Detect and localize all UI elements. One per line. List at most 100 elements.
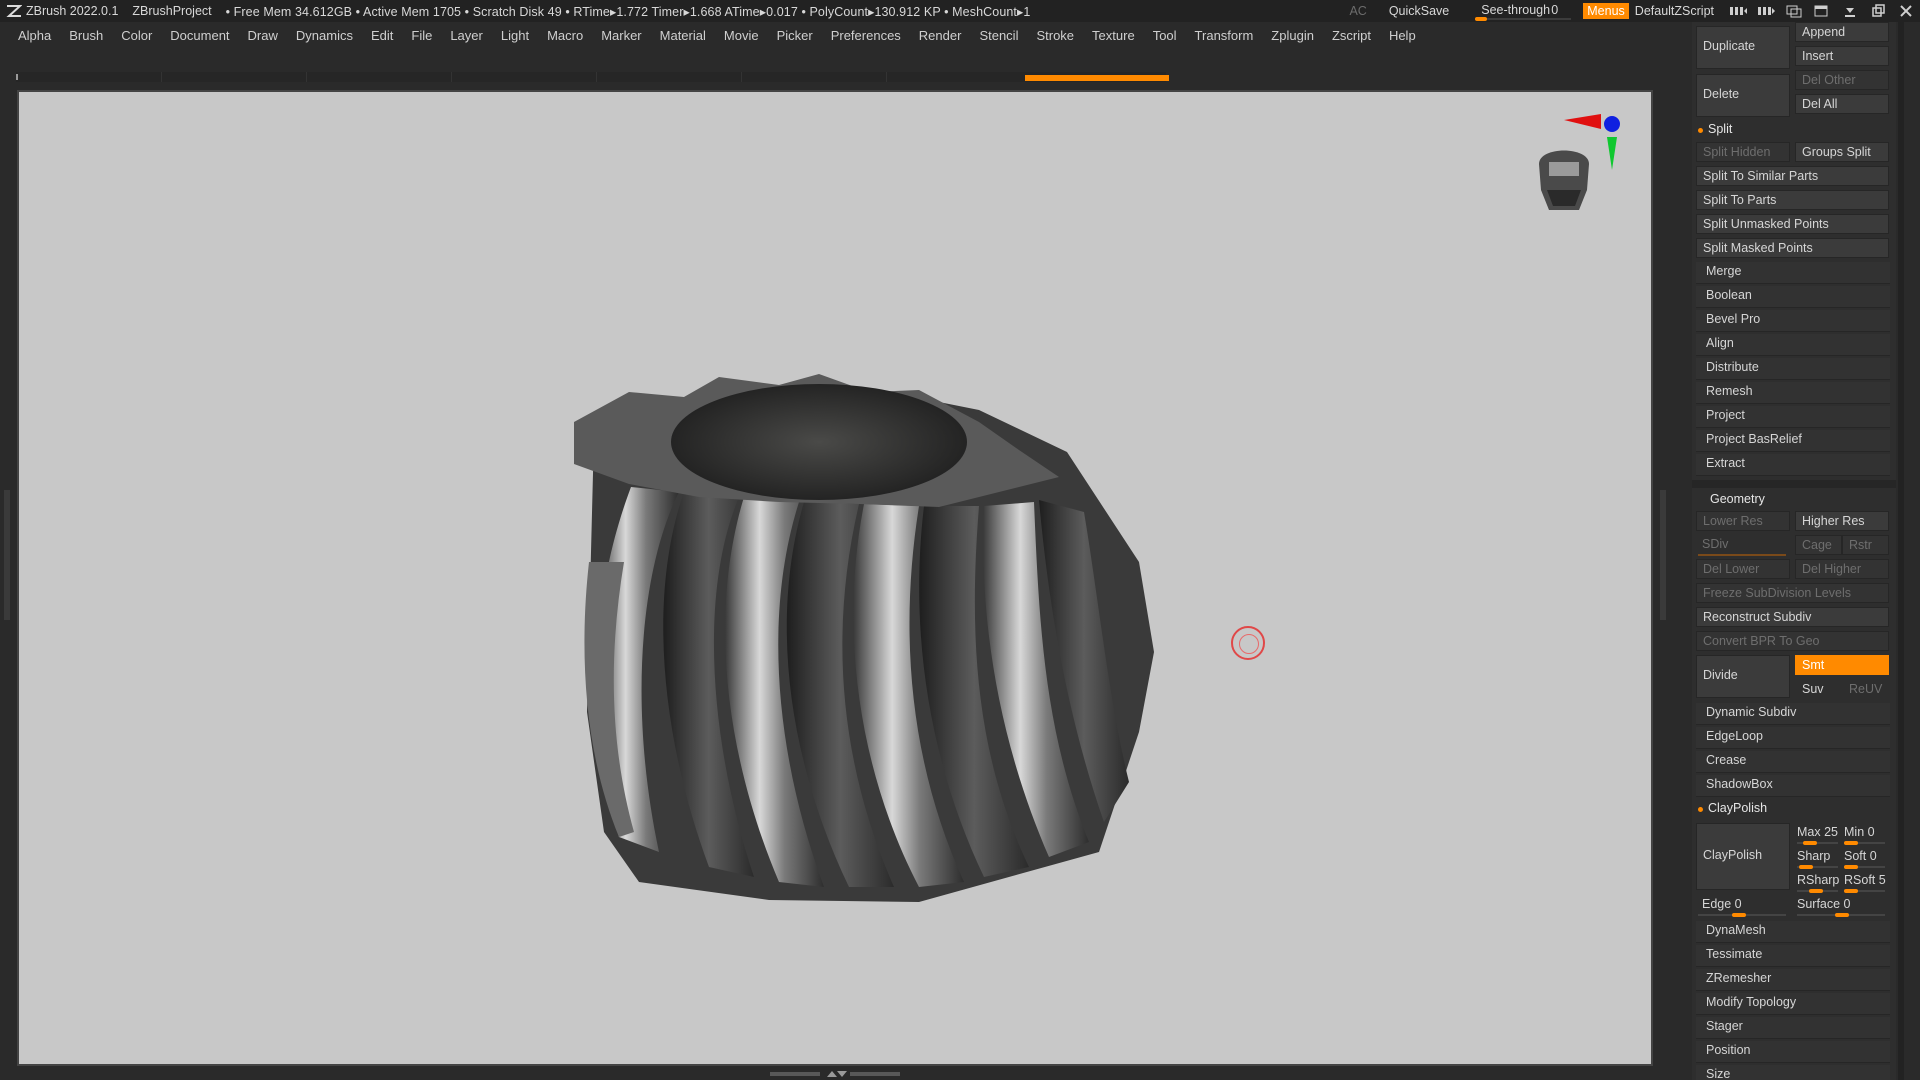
reconstruct-subdiv-button[interactable]: Reconstruct Subdiv bbox=[1696, 607, 1889, 627]
tessimate-item[interactable]: Tessimate bbox=[1696, 945, 1890, 967]
quicksave-button[interactable]: QuickSave bbox=[1389, 4, 1449, 18]
dynamic-subdiv-item[interactable]: Dynamic Subdiv bbox=[1696, 703, 1890, 725]
top-shelf[interactable] bbox=[16, 72, 1166, 82]
project-basrelief-item[interactable]: Project BasRelief bbox=[1696, 430, 1890, 452]
restore-icon[interactable] bbox=[1869, 4, 1887, 18]
window-icon[interactable] bbox=[1813, 4, 1831, 18]
delete-button[interactable]: Delete bbox=[1696, 74, 1790, 117]
reuv-button[interactable]: ReUV bbox=[1842, 679, 1889, 699]
menu-macro[interactable]: Macro bbox=[547, 28, 583, 43]
merge-item[interactable]: Merge bbox=[1696, 262, 1890, 284]
menu-light[interactable]: Light bbox=[501, 28, 529, 43]
claypolish-max-slider[interactable]: Max 25 bbox=[1795, 823, 1842, 845]
menu-stroke[interactable]: Stroke bbox=[1036, 28, 1074, 43]
project-name[interactable]: ZBrushProject bbox=[132, 4, 211, 18]
min-knob[interactable] bbox=[1844, 841, 1858, 845]
menu-dynamics[interactable]: Dynamics bbox=[296, 28, 353, 43]
remesh-item[interactable]: Remesh bbox=[1696, 382, 1890, 404]
viewport-3d[interactable] bbox=[19, 92, 1651, 1064]
claypolish-rsoft-slider[interactable]: RSoft 5 bbox=[1842, 871, 1889, 893]
ac-label[interactable]: AC bbox=[1349, 4, 1366, 18]
distribute-item[interactable]: Distribute bbox=[1696, 358, 1890, 380]
freeze-subdivision-button[interactable]: Freeze SubDivision Levels bbox=[1696, 583, 1889, 603]
stager-item[interactable]: Stager bbox=[1696, 1017, 1890, 1039]
menu-help[interactable]: Help bbox=[1389, 28, 1416, 43]
split-unmasked-points-button[interactable]: Split Unmasked Points bbox=[1696, 214, 1889, 234]
claypolish-rsharp-slider[interactable]: RSharp bbox=[1795, 871, 1842, 893]
position-item[interactable]: Position bbox=[1696, 1041, 1890, 1063]
layout-icon[interactable] bbox=[1785, 4, 1803, 18]
rsharp-knob[interactable] bbox=[1809, 889, 1823, 893]
zremesher-item[interactable]: ZRemesher bbox=[1696, 969, 1890, 991]
menu-transform[interactable]: Transform bbox=[1195, 28, 1254, 43]
higher-res-button[interactable]: Higher Res bbox=[1795, 511, 1889, 531]
menu-file[interactable]: File bbox=[411, 28, 432, 43]
menu-tool[interactable]: Tool bbox=[1153, 28, 1177, 43]
head-gizmo-icon[interactable] bbox=[1539, 150, 1589, 211]
menu-layer[interactable]: Layer bbox=[450, 28, 483, 43]
menu-texture[interactable]: Texture bbox=[1092, 28, 1135, 43]
project-item[interactable]: Project bbox=[1696, 406, 1890, 428]
menu-alpha[interactable]: Alpha bbox=[18, 28, 51, 43]
del-all-button[interactable]: Del All bbox=[1795, 94, 1889, 114]
menu-render[interactable]: Render bbox=[919, 28, 962, 43]
shelf-right-icon[interactable] bbox=[1757, 4, 1775, 18]
boolean-item[interactable]: Boolean bbox=[1696, 286, 1890, 308]
split-hidden-button[interactable]: Split Hidden bbox=[1696, 142, 1790, 162]
split-masked-points-button[interactable]: Split Masked Points bbox=[1696, 238, 1889, 258]
left-dock-handle[interactable] bbox=[4, 490, 10, 620]
smt-toggle[interactable]: Smt bbox=[1795, 655, 1889, 675]
menu-document[interactable]: Document bbox=[170, 28, 229, 43]
max-knob[interactable] bbox=[1803, 841, 1817, 845]
panel-scrollbar[interactable] bbox=[1898, 22, 1904, 1080]
suv-toggle[interactable]: Suv bbox=[1795, 679, 1842, 699]
claypolish-soft-slider[interactable]: Soft 0 bbox=[1842, 847, 1889, 869]
claypolish-sharp-slider[interactable]: Sharp bbox=[1795, 847, 1842, 869]
bevel-pro-item[interactable]: Bevel Pro bbox=[1696, 310, 1890, 332]
menu-preferences[interactable]: Preferences bbox=[831, 28, 901, 43]
menu-picker[interactable]: Picker bbox=[777, 28, 813, 43]
edge-knob[interactable] bbox=[1732, 913, 1746, 917]
menu-draw[interactable]: Draw bbox=[248, 28, 278, 43]
modify-topology-item[interactable]: Modify Topology bbox=[1696, 993, 1890, 1015]
convert-bpr-button[interactable]: Convert BPR To Geo bbox=[1696, 631, 1889, 651]
menu-brush[interactable]: Brush bbox=[69, 28, 103, 43]
del-other-button[interactable]: Del Other bbox=[1795, 70, 1889, 90]
menu-material[interactable]: Material bbox=[660, 28, 706, 43]
claypolish-surface-slider[interactable]: Surface 0 bbox=[1795, 895, 1889, 917]
lower-res-button[interactable]: Lower Res bbox=[1696, 511, 1790, 531]
menu-stencil[interactable]: Stencil bbox=[979, 28, 1018, 43]
shadowbox-item[interactable]: ShadowBox bbox=[1696, 775, 1890, 797]
crease-item[interactable]: Crease bbox=[1696, 751, 1890, 773]
divide-button[interactable]: Divide bbox=[1696, 655, 1790, 698]
see-through-slider[interactable]: See-through 0 bbox=[1475, 1, 1572, 21]
groups-split-button[interactable]: Groups Split bbox=[1795, 142, 1889, 162]
menu-zplugin[interactable]: Zplugin bbox=[1271, 28, 1314, 43]
shelf-left-icon[interactable] bbox=[1729, 4, 1747, 18]
menu-marker[interactable]: Marker bbox=[601, 28, 641, 43]
document-canvas[interactable] bbox=[17, 90, 1653, 1066]
extract-item[interactable]: Extract bbox=[1696, 454, 1890, 476]
cage-button[interactable]: Cage bbox=[1795, 535, 1842, 555]
zbrush-logo-icon[interactable] bbox=[6, 4, 22, 18]
del-lower-button[interactable]: Del Lower bbox=[1696, 559, 1790, 579]
bottom-tray-handle[interactable] bbox=[770, 1070, 900, 1078]
sdiv-slider[interactable]: SDiv bbox=[1696, 535, 1790, 556]
geometry-section-header[interactable]: Geometry bbox=[1694, 490, 1894, 510]
claypolish-section-header[interactable]: ClayPolish bbox=[1694, 799, 1894, 819]
menu-zscript[interactable]: Zscript bbox=[1332, 28, 1371, 43]
surface-knob[interactable] bbox=[1835, 913, 1849, 917]
append-button[interactable]: Append bbox=[1795, 22, 1889, 42]
size-item[interactable]: Size bbox=[1696, 1065, 1890, 1080]
default-zscript-button[interactable]: DefaultZScript bbox=[1635, 4, 1714, 18]
rsoft-knob[interactable] bbox=[1844, 889, 1858, 893]
menu-movie[interactable]: Movie bbox=[724, 28, 759, 43]
split-to-similar-parts-button[interactable]: Split To Similar Parts bbox=[1696, 166, 1889, 186]
menu-color[interactable]: Color bbox=[121, 28, 152, 43]
shelf-active-tab[interactable] bbox=[1025, 75, 1169, 81]
edgeloop-item[interactable]: EdgeLoop bbox=[1696, 727, 1890, 749]
split-section-header[interactable]: Split bbox=[1694, 120, 1894, 140]
claypolish-edge-slider[interactable]: Edge 0 bbox=[1696, 895, 1790, 917]
rstr-button[interactable]: Rstr bbox=[1842, 535, 1889, 555]
claypolish-button[interactable]: ClayPolish bbox=[1696, 823, 1790, 890]
